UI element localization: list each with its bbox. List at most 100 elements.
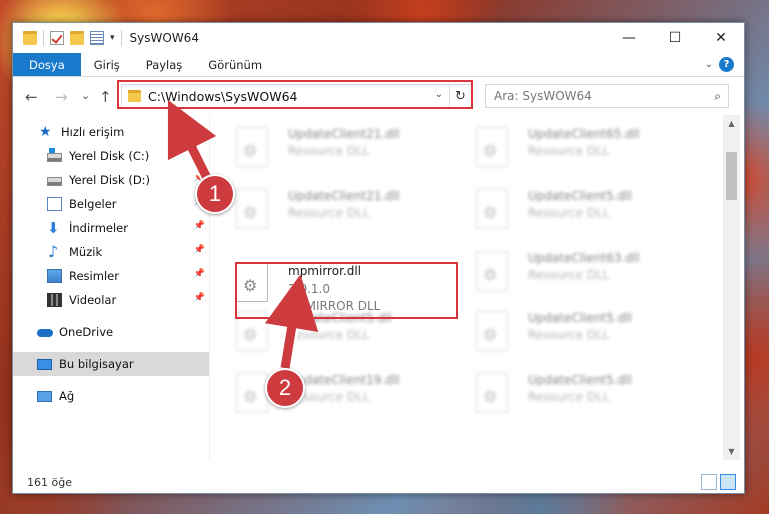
file-type: Resource DLL: [528, 328, 610, 342]
file-item[interactable]: UpdateClient21.dll Resource DLL: [216, 115, 436, 173]
file-name: UpdateClient5.dll: [528, 373, 632, 387]
address-dropdown-icon[interactable]: ⌄: [435, 89, 443, 100]
sidebar-item-videos[interactable]: Videolar 📌: [13, 288, 209, 312]
sidebar-item-label: Bu bilgisayar: [59, 357, 134, 371]
dll-file-icon: [476, 373, 508, 413]
sidebar-item-local-disk-c[interactable]: Yerel Disk (C:): [13, 144, 209, 168]
expand-ribbon-icon[interactable]: ⌄: [705, 59, 713, 70]
item-count: 161 öğe: [27, 475, 72, 489]
sidebar-item-documents[interactable]: Belgeler 📌: [13, 192, 209, 216]
search-box[interactable]: Ara: SysWOW64 ⌕: [485, 84, 729, 108]
pin-icon: 📌: [193, 221, 205, 231]
file-item[interactable]: UpdateClient21.dll Resource DLL: [216, 177, 436, 235]
tab-paylas[interactable]: Paylaş: [133, 53, 196, 76]
sidebar-item-onedrive[interactable]: OneDrive: [13, 320, 209, 344]
file-item[interactable]: UpdateClient5.dll Resource DLL: [456, 361, 676, 419]
file-item[interactable]: UpdateClient5.dll Resource DLL: [456, 177, 676, 235]
title-bar: ▾ SysWOW64 — ☐ ✕: [13, 23, 744, 53]
sidebar-item-label: OneDrive: [59, 325, 114, 339]
sidebar-item-quick-access[interactable]: ★ Hızlı erişim: [13, 120, 209, 144]
file-type: Resource DLL: [288, 390, 370, 404]
scrollbar-thumb[interactable]: [726, 152, 737, 200]
drive-icon: [47, 177, 62, 186]
mpmirror-highlight-box: [235, 262, 458, 319]
details-view-icon[interactable]: [701, 474, 717, 490]
window-title: SysWOW64: [129, 31, 199, 45]
tab-gorunum[interactable]: Görünüm: [195, 53, 275, 76]
folder-icon: [23, 31, 37, 45]
sidebar-item-label: Yerel Disk (D:): [69, 173, 151, 187]
pin-icon: 📌: [193, 269, 205, 279]
this-pc-icon: [37, 358, 52, 370]
minimize-button[interactable]: —: [606, 23, 652, 53]
file-name: UpdateClient21.dll: [288, 189, 400, 203]
pictures-icon: [47, 269, 62, 283]
address-bar[interactable]: C:\Windows\SysWOW64 ⌄ ↻: [121, 84, 472, 108]
file-type: Resource DLL: [288, 144, 370, 158]
ribbon-right-controls: ⌄ ?: [705, 53, 744, 76]
file-type: Resource DLL: [528, 268, 610, 282]
file-name: UpdateClient65.dll: [528, 127, 640, 141]
sidebar-item-label: Belgeler: [69, 197, 117, 211]
properties-check-icon[interactable]: [50, 31, 64, 45]
sidebar-item-network[interactable]: Ağ: [13, 384, 209, 408]
scroll-down-icon[interactable]: ▼: [723, 443, 740, 460]
sidebar-item-label: Ağ: [59, 389, 75, 403]
dll-file-icon: [236, 373, 268, 413]
address-path[interactable]: C:\Windows\SysWOW64: [148, 89, 297, 104]
file-type: Resource DLL: [528, 144, 610, 158]
file-item[interactable]: UpdateClient19.dll Resource DLL: [216, 361, 436, 419]
back-button[interactable]: ←: [25, 88, 38, 106]
up-button[interactable]: ↑: [99, 88, 112, 106]
file-item[interactable]: UpdateClient5.dll Resource DLL: [456, 299, 676, 357]
help-icon[interactable]: ?: [719, 57, 734, 72]
address-row: ← → ⌄ ↑ C:\Windows\SysWOW64 ⌄ ↻ Ara: Sys…: [13, 77, 744, 115]
file-type: Resource DLL: [528, 390, 610, 404]
documents-icon: [47, 197, 62, 211]
qat-divider: [43, 30, 44, 46]
file-name: UpdateClient5.dll: [528, 189, 632, 203]
sidebar-item-label: Resimler: [69, 269, 119, 283]
dll-file-icon: [476, 189, 508, 229]
network-icon: [37, 390, 52, 402]
scroll-up-icon[interactable]: ▲: [723, 115, 740, 132]
file-item[interactable]: UpdateClient63.dll Resource DLL: [456, 239, 676, 297]
file-name: UpdateClient21.dll: [288, 127, 400, 141]
navigation-pane: ★ Hızlı erişim Yerel Disk (C:) Yerel Dis…: [13, 115, 209, 460]
folder-icon: [128, 90, 141, 102]
sidebar-item-local-disk-d[interactable]: Yerel Disk (D:) 📌: [13, 168, 209, 192]
tab-dosya[interactable]: Dosya: [13, 53, 81, 76]
sidebar-item-downloads[interactable]: İndirmeler 📌: [13, 216, 209, 240]
ribbon-tabs: Dosya Giriş Paylaş Görünüm ⌄ ?: [13, 53, 744, 77]
file-name: UpdateClient19.dll: [288, 373, 400, 387]
customize-qat-icon[interactable]: ▾: [110, 33, 115, 43]
star-icon: ★: [39, 124, 52, 140]
maximize-button[interactable]: ☐: [652, 23, 698, 53]
search-placeholder[interactable]: Ara: SysWOW64: [494, 89, 592, 103]
properties-icon[interactable]: [90, 31, 104, 45]
sidebar-item-label: İndirmeler: [69, 221, 128, 235]
sidebar-item-this-pc[interactable]: Bu bilgisayar: [13, 352, 209, 376]
file-item[interactable]: UpdateClient65.dll Resource DLL: [456, 115, 676, 173]
file-type: Resource DLL: [288, 206, 370, 220]
search-icon[interactable]: ⌕: [714, 89, 721, 104]
recent-locations-button[interactable]: ⌄: [81, 89, 90, 102]
sidebar-item-music[interactable]: Müzik 📌: [13, 240, 209, 264]
sidebar-item-pictures[interactable]: Resimler 📌: [13, 264, 209, 288]
pin-icon: 📌: [193, 173, 205, 183]
dll-file-icon: [476, 127, 508, 167]
file-name: UpdateClient63.dll: [528, 251, 640, 265]
sidebar-item-label: Yerel Disk (C:): [69, 149, 150, 163]
pin-icon: 📌: [193, 197, 205, 207]
dll-file-icon: [476, 251, 508, 291]
file-name: UpdateClient5.dll: [528, 311, 632, 325]
new-folder-icon[interactable]: [70, 31, 84, 45]
forward-button[interactable]: →: [55, 88, 68, 106]
vertical-scrollbar[interactable]: ▲ ▼: [723, 115, 740, 460]
dll-file-icon: [236, 127, 268, 167]
tab-giris[interactable]: Giriş: [81, 53, 133, 76]
close-button[interactable]: ✕: [698, 23, 744, 53]
tiles-view-icon[interactable]: [720, 474, 736, 490]
refresh-button[interactable]: ↻: [449, 85, 471, 107]
status-bar: 161 öğe: [13, 471, 744, 493]
